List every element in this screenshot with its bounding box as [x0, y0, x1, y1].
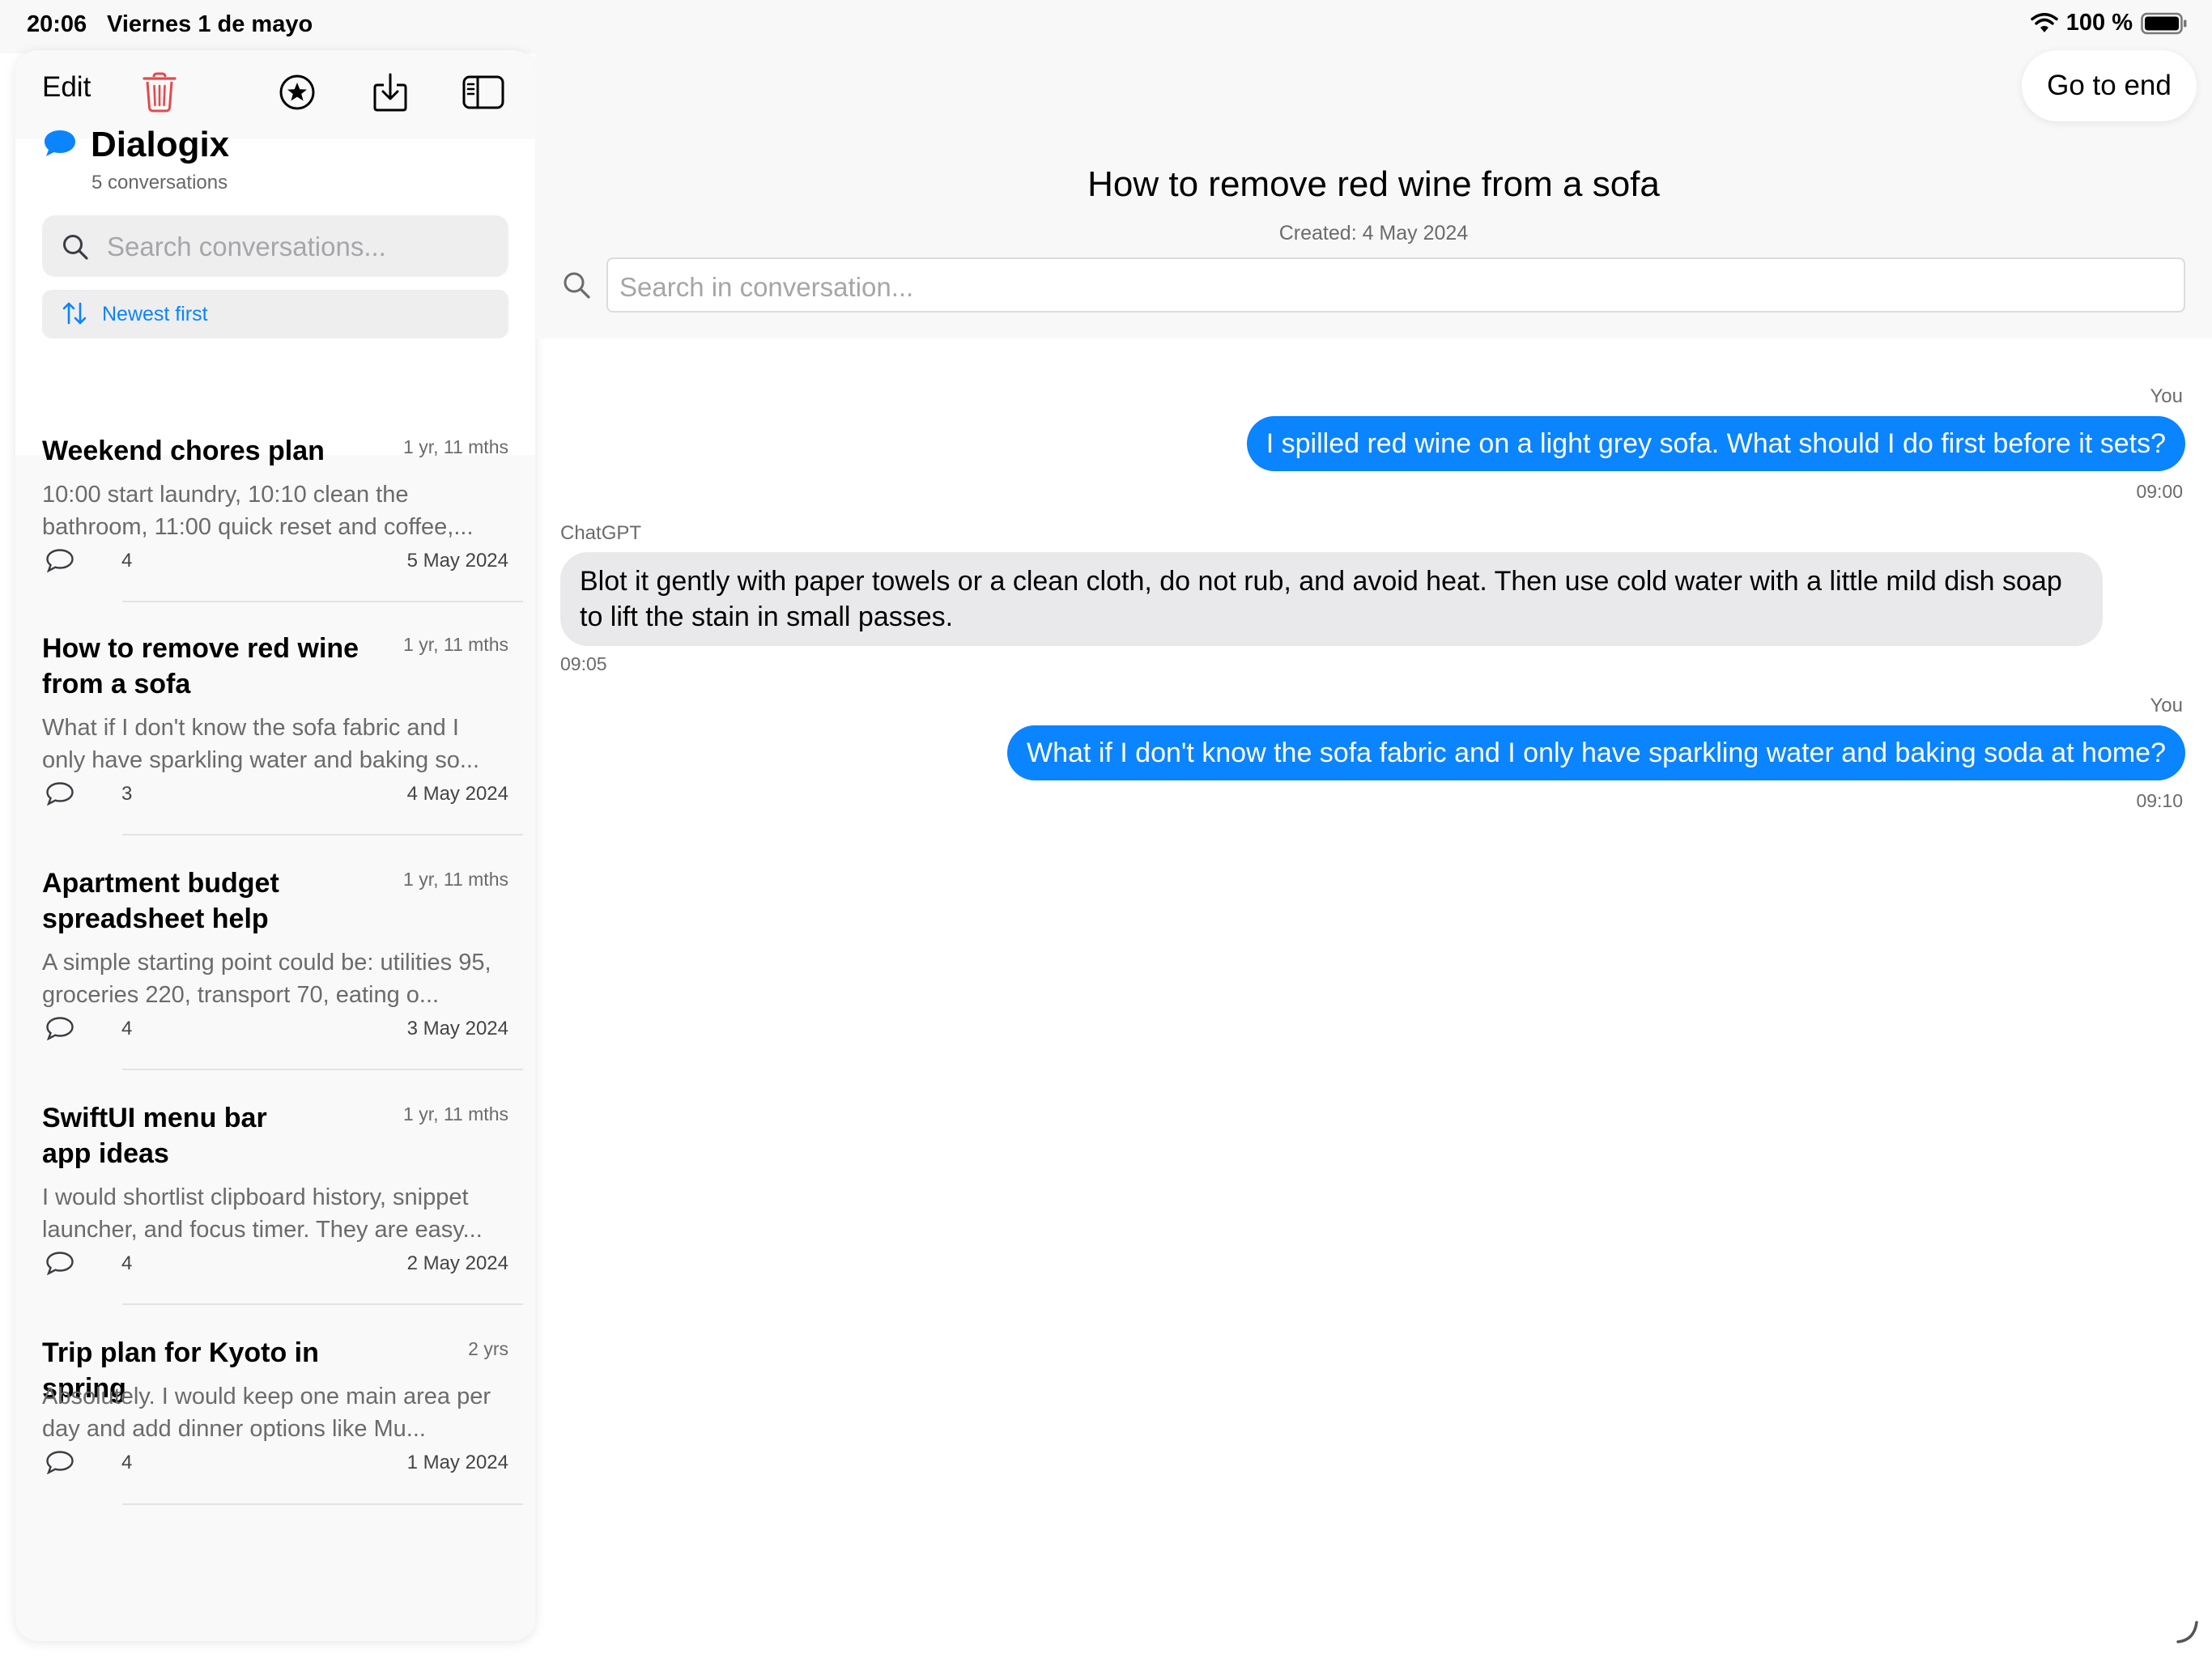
delete-button[interactable]: [135, 68, 184, 117]
conversation-count: 5 conversations: [91, 172, 228, 193]
sort-arrows-icon: [62, 302, 87, 325]
conversation-item[interactable]: Weekend chores plan 1 yr, 11 mths 10:00 …: [42, 433, 508, 627]
conversation-title: SwiftUI menu bar app ideas: [42, 1103, 267, 1169]
trash-icon: [143, 72, 177, 113]
comment-icon: [46, 1252, 74, 1275]
conversation-item[interactable]: Trip plan for Kyoto in spring 2 yrs Abso…: [42, 1335, 508, 1521]
message-sender: You: [2150, 385, 2184, 407]
chat-bubble-icon: [45, 130, 75, 156]
divider: [122, 1303, 523, 1305]
conversation-date: 2 May 2024: [406, 1252, 508, 1274]
status-indicators: 100 %: [2031, 10, 2188, 36]
conversation-item[interactable]: Apartment budget spreadsheet help 1 yr, …: [42, 865, 508, 1084]
user-message-bubble: What if I don't know the sofa fabric and…: [1007, 725, 2185, 780]
conversation-preview: A simple starting point could be: utilit…: [42, 950, 491, 1008]
divider: [122, 834, 523, 835]
message-count: 4: [121, 550, 133, 572]
conversation-item[interactable]: How to remove red wine from a sofa 1 yr,…: [42, 631, 508, 849]
message-sender: You: [2150, 695, 2184, 716]
conversation-date: 5 May 2024: [406, 550, 508, 572]
comment-icon: [46, 549, 74, 572]
wifi-icon: [2031, 12, 2058, 32]
go-to-end-button[interactable]: Go to end: [2022, 50, 2197, 121]
conversation-title: Weekend chores plan: [42, 436, 325, 466]
conversation-age: 1 yr, 11 mths: [403, 436, 508, 457]
message-time: 09:00: [2136, 481, 2183, 502]
divider: [122, 601, 523, 602]
status-bar: 20:06 Viernes 1 de mayo 100 %: [0, 0, 2212, 53]
conversation-preview: I would shortlist clipboard history, sni…: [42, 1184, 483, 1243]
comment-icon: [46, 1017, 74, 1040]
status-time: 20:06: [27, 11, 87, 37]
assistant-message-bubble: Blot it gently with paper towels or a cl…: [560, 552, 2103, 646]
app-title: Dialogix: [91, 125, 230, 164]
conversation-meta: 3 4 May 2024: [42, 780, 508, 807]
conversation-title: Apartment budget spreadsheet help: [42, 868, 279, 934]
export-button[interactable]: [366, 68, 415, 117]
conversation-date: 4 May 2024: [406, 783, 508, 805]
conversation-preview: 10:00 start laundry, 10:10 clean the bat…: [42, 482, 474, 540]
conversation-age: 1 yr, 11 mths: [403, 869, 508, 890]
search-placeholder: Search conversations...: [107, 232, 386, 261]
message-sender: ChatGPT: [560, 522, 642, 544]
conversation-preview: What if I don't know the sofa fabric and…: [42, 715, 480, 773]
message-count: 4: [121, 1452, 133, 1473]
message-time: 09:10: [2136, 790, 2183, 811]
search-placeholder: Search in conversation...: [619, 272, 914, 302]
download-icon: [373, 73, 407, 112]
status-date: Viernes 1 de mayo: [107, 11, 313, 37]
comment-icon: [46, 1451, 74, 1474]
created-date: Created: 4 May 2024: [1278, 222, 1469, 244]
divider: [122, 1069, 523, 1070]
message-time: 09:05: [560, 653, 607, 674]
conversation-meta: 4 1 May 2024: [42, 1448, 508, 1476]
conversation-age: 2 yrs: [468, 1338, 508, 1359]
conversation-age: 1 yr, 11 mths: [403, 1103, 508, 1124]
conversation-search-input[interactable]: Search in conversation...: [606, 257, 2185, 312]
conversation-search-input[interactable]: Search conversations...: [42, 215, 508, 277]
star-circle-icon: [279, 74, 315, 110]
sort-label: Newest first: [102, 303, 208, 325]
message-count: 4: [121, 1252, 133, 1274]
conversation-item[interactable]: SwiftUI menu bar app ideas 1 yr, 11 mths…: [42, 1100, 508, 1319]
conversation-title: How to remove red wine from a sofa: [42, 633, 359, 699]
message-count: 3: [121, 783, 133, 805]
conversation-meta: 4 3 May 2024: [42, 1014, 508, 1042]
message-count: 4: [121, 1018, 133, 1039]
battery-icon: [2141, 12, 2187, 34]
sort-button[interactable]: Newest first: [42, 290, 508, 338]
conversation-title-heading: How to remove red wine from a sofa: [1087, 164, 1660, 204]
conversation-age: 1 yr, 11 mths: [403, 634, 508, 655]
sidebar-toggle-icon: [462, 75, 504, 109]
search-icon: [63, 235, 88, 260]
sidebar-toggle-button[interactable]: [459, 68, 508, 117]
conversation-preview: Absolutely. I would keep one main area p…: [42, 1384, 491, 1442]
search-icon: [564, 272, 590, 299]
conversation-date: 1 May 2024: [406, 1452, 508, 1473]
conversation-meta: 4 5 May 2024: [42, 546, 508, 574]
conversation-meta: 4 2 May 2024: [42, 1249, 508, 1277]
favorite-button[interactable]: [273, 68, 321, 117]
conversation-date: 3 May 2024: [406, 1018, 508, 1039]
resize-handle-icon: [2176, 1621, 2198, 1643]
user-message-bubble: I spilled red wine on a light grey sofa.…: [1246, 416, 2185, 471]
edit-button[interactable]: Edit: [42, 71, 91, 104]
sidebar: Edit Dialogix 5 conversations Search con…: [15, 50, 535, 1641]
comment-icon: [46, 782, 74, 806]
battery-percent: 100 %: [2065, 10, 2133, 36]
divider: [122, 1503, 523, 1505]
